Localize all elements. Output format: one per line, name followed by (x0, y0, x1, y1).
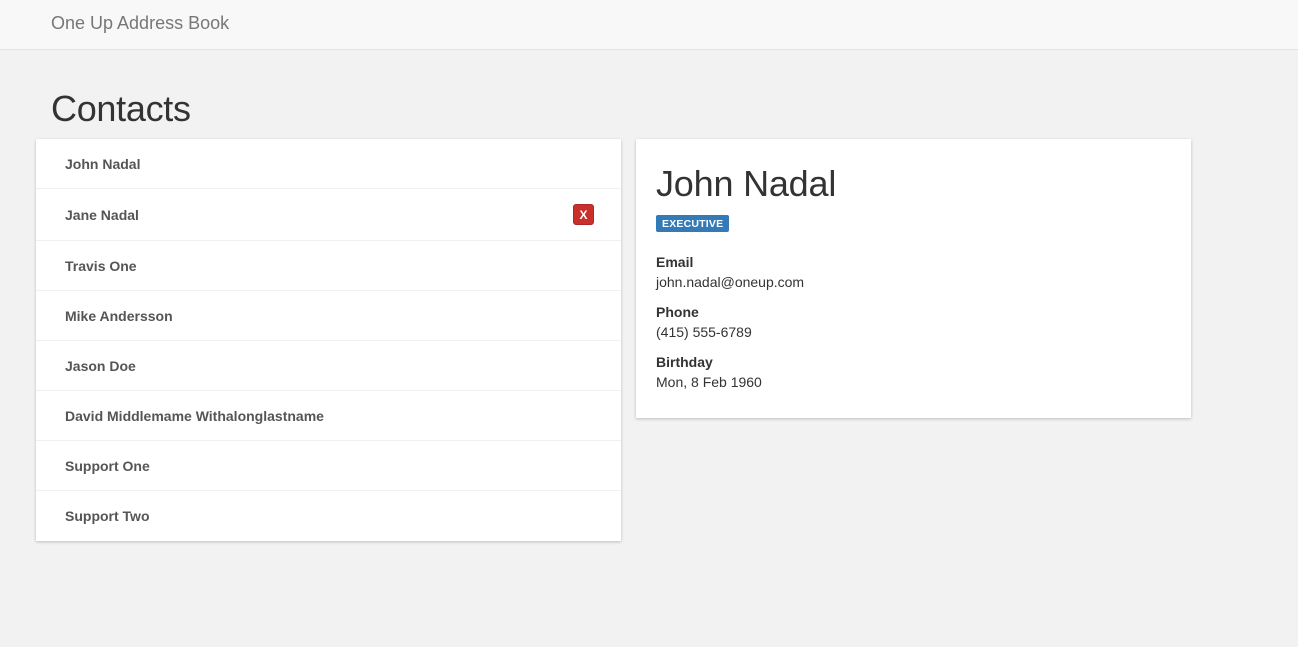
contact-item-jane-nadal[interactable]: Jane Nadal X (36, 189, 621, 241)
page-title: Contacts (51, 88, 191, 129)
detail-name: John Nadal (656, 163, 837, 204)
contact-name: David Middlemame Withalonglastname (65, 407, 324, 424)
contact-name: Jane Nadal (65, 206, 139, 223)
contact-name: Travis One (65, 257, 137, 274)
field-value: john.nadal@oneup.com (656, 274, 805, 290)
brand-link[interactable]: One Up Address Book (51, 13, 229, 34)
delete-contact-button[interactable]: X (573, 204, 594, 225)
phone-field: Phone (415) 555-6789 (656, 302, 1171, 342)
detail-fields: Email john.nadal@oneup.com Phone (415) 5… (656, 252, 1171, 392)
contact-item-support-two[interactable]: Support Two (36, 491, 621, 541)
navbar: One Up Address Book (0, 0, 1298, 50)
field-value: Mon, 8 Feb 1960 (656, 374, 762, 390)
contact-list: John Nadal Jane Nadal X Travis One Mike … (36, 139, 621, 541)
contact-item-travis-one[interactable]: Travis One (36, 241, 621, 291)
role-badge: EXECUTIVE (656, 215, 730, 232)
field-label: Email (656, 254, 694, 270)
contact-detail-card: John Nadal EXECUTIVE Email john.nadal@on… (636, 139, 1191, 418)
contact-name: Jason Doe (65, 357, 136, 374)
contact-name: Support One (65, 457, 150, 474)
contact-name: John Nadal (65, 155, 141, 172)
contact-name: Mike Andersson (65, 307, 173, 324)
birthday-field: Birthday Mon, 8 Feb 1960 (656, 352, 1171, 392)
contact-item-mike-andersson[interactable]: Mike Andersson (36, 291, 621, 341)
field-label: Phone (656, 304, 699, 320)
field-label: Birthday (656, 354, 713, 370)
field-value: (415) 555-6789 (656, 324, 752, 340)
contact-item-jason-doe[interactable]: Jason Doe (36, 341, 621, 391)
contact-name: Support Two (65, 508, 150, 524)
email-field: Email john.nadal@oneup.com (656, 252, 1171, 292)
contact-item-david-middlemame[interactable]: David Middlemame Withalonglastname (36, 391, 621, 441)
contact-item-john-nadal[interactable]: John Nadal (36, 139, 621, 189)
contact-item-support-one[interactable]: Support One (36, 441, 621, 491)
